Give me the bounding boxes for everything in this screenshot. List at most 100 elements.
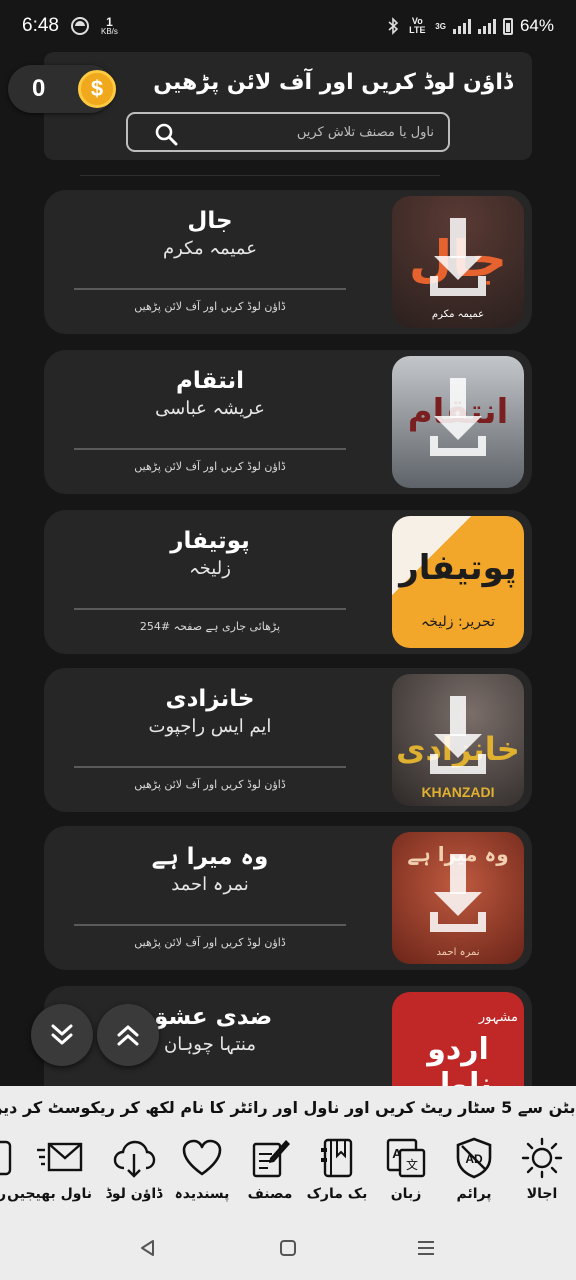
cover-author: نمرہ احمد — [436, 947, 480, 958]
novel-title: پوتیفار — [170, 528, 250, 554]
nav-item-send-novel[interactable]: ناول بھیجیں — [7, 1136, 92, 1202]
novel-card[interactable]: خانزادی ایم ایس راجپوت ڈاؤن لوڈ کریں اور… — [44, 668, 532, 812]
download-icon — [430, 218, 486, 296]
novel-status: پڑھائی جاری ہے صفحہ #254 — [139, 620, 281, 633]
novel-card[interactable]: انتقام عریشہ عباسی ڈاؤن لوڈ کریں اور آف … — [44, 350, 532, 494]
ticker-text: لئے نیچے ریٹ کے بٹن سے 5 سٹار ریٹ کریں ا… — [0, 1097, 576, 1117]
translate-icon: A文 — [386, 1138, 426, 1178]
novel-divider — [74, 924, 346, 926]
download-icon — [430, 696, 486, 774]
novel-author: زلیخہ — [189, 558, 231, 579]
novel-title: خانزادی — [165, 686, 255, 712]
novel-status: ڈاؤن لوڈ کریں اور آف لائن پڑھیں — [134, 300, 286, 313]
novel-status: ڈاؤن لوڈ کریں اور آف لائن پڑھیں — [134, 460, 286, 473]
novel-author: عمیمہ مکرم — [163, 238, 257, 259]
novel-title: جال — [187, 208, 233, 234]
novel-info: خانزادی ایم ایس راجپوت ڈاؤن لوڈ کریں اور… — [74, 668, 346, 812]
bluetooth-icon — [388, 17, 399, 35]
status-time: 6:48 — [22, 15, 59, 36]
search-icon — [155, 123, 178, 146]
bottom-nav: اجالا AD پرائم A文 زبان بک مارک مصنف پسند… — [0, 1128, 576, 1218]
novel-divider — [74, 448, 346, 450]
nav-label: مصنف — [247, 1186, 293, 1202]
scroll-up-button[interactable] — [97, 1004, 159, 1066]
recents-icon[interactable] — [416, 1238, 436, 1258]
search-input[interactable]: ناول یا مصنف تلاش کریں — [126, 112, 450, 152]
novel-info: جال عمیمہ مکرم ڈاؤن لوڈ کریں اور آف لائن… — [74, 190, 346, 334]
header-card: ڈاؤن لوڈ کریں اور آف لائن پڑھیں ناول یا … — [44, 52, 532, 160]
novel-divider — [74, 288, 346, 290]
page-title: ڈاؤن لوڈ کریں اور آف لائن پڑھیں — [153, 70, 513, 95]
signal-icon — [452, 18, 471, 34]
novel-cover[interactable]: خانزادی KHANZADI — [392, 674, 524, 806]
novel-cover[interactable]: جال عمیمہ مکرم — [392, 196, 524, 328]
nav-label: ڈاؤن لوڈ — [105, 1186, 163, 1202]
nav-label: بک مارک — [306, 1186, 368, 1202]
novel-status: ڈاؤن لوڈ کریں اور آف لائن پڑھیں — [134, 778, 286, 791]
novel-author: عریشہ عباسی — [155, 398, 265, 419]
cover-title: پوتیفار — [399, 548, 517, 588]
cover-author: KHANZADI — [421, 784, 495, 800]
nav-item-bookmark[interactable]: بک مارک — [305, 1136, 369, 1202]
status-bar: 6:48 1 KB/s Vo LTE 3G 64% — [0, 0, 576, 52]
novel-info: پوتیفار زلیخہ پڑھائی جاری ہے صفحہ #254 — [74, 510, 346, 654]
cover-author: عمیمہ مکرم — [431, 309, 485, 320]
download-icon — [430, 378, 486, 456]
bookmark-icon — [321, 1138, 353, 1178]
novel-card[interactable]: پوتیفار زلیخہ پڑھائی جاری ہے صفحہ #254 پ… — [44, 510, 532, 654]
cover-author: مشہور — [478, 1010, 518, 1025]
nav-item-language[interactable]: A文 زبان — [374, 1136, 438, 1202]
nav-label: پسندیدہ — [174, 1186, 230, 1202]
announcement-ticker: لئے نیچے ریٹ کے بٹن سے 5 سٹار ریٹ کریں ا… — [0, 1086, 576, 1128]
novel-divider — [74, 766, 346, 768]
battery-percent: 64% — [519, 16, 554, 35]
novel-author: نمرہ احمد — [171, 874, 249, 895]
app-notification-icon — [70, 17, 89, 35]
send-mail-icon — [37, 1142, 83, 1172]
signal-icon-2 — [477, 18, 496, 34]
back-icon[interactable] — [138, 1238, 158, 1258]
cover-title: اردو ناول — [424, 1032, 492, 1086]
nav-item-theme[interactable]: اجالا — [510, 1136, 574, 1202]
novel-cover[interactable]: وہ میرا ہے نمرہ احمد — [392, 832, 524, 964]
svg-text:A: A — [392, 1146, 402, 1161]
novel-card[interactable]: جال عمیمہ مکرم ڈاؤن لوڈ کریں اور آف لائن… — [44, 190, 532, 334]
system-nav-bar — [0, 1218, 576, 1280]
novel-divider — [74, 608, 346, 610]
novel-info: وہ میرا ہے نمرہ احمد ڈاؤن لوڈ کریں اور آ… — [74, 826, 346, 970]
cloud-download-icon — [113, 1140, 156, 1178]
novel-cover[interactable]: پوتیفار تحریر: زلیخہ — [392, 516, 524, 648]
novel-info: انتقام عریشہ عباسی ڈاؤن لوڈ کریں اور آف … — [74, 350, 346, 494]
double-chevron-down-icon — [51, 1024, 73, 1045]
sun-icon — [521, 1137, 563, 1179]
scroll-down-button[interactable] — [31, 1004, 93, 1066]
double-chevron-up-icon — [117, 1025, 139, 1046]
svg-text:文: 文 — [406, 1157, 418, 1172]
nav-item-downloads[interactable]: ڈاؤن لوڈ — [102, 1136, 166, 1202]
novel-title: وہ میرا ہے — [151, 844, 269, 870]
search-placeholder: ناول یا مصنف تلاش کریں — [296, 124, 434, 140]
nav-label: زبان — [390, 1186, 422, 1202]
novel-author: ایم ایس راجپوت — [148, 716, 272, 737]
novel-cover[interactable]: مشہور اردو ناول — [392, 992, 524, 1086]
nav-label: ریٹ — [0, 1186, 7, 1202]
nav-label: پرائم — [456, 1186, 492, 1202]
novel-cover[interactable]: انتقام — [392, 356, 524, 488]
home-icon[interactable] — [279, 1238, 297, 1258]
coin-count: 0 — [32, 75, 46, 102]
coin-balance[interactable]: 0 $ — [8, 65, 116, 113]
nav-label: اجالا — [526, 1186, 558, 1202]
heart-icon — [182, 1139, 222, 1176]
download-icon — [430, 854, 486, 932]
battery-icon — [502, 17, 513, 35]
network-speed: 1 KB/s — [100, 15, 118, 36]
nav-item-favorites[interactable]: پسندیدہ — [170, 1136, 234, 1202]
nav-item-prime[interactable]: AD پرائم — [442, 1136, 506, 1202]
nav-item-rate[interactable]: ریٹ — [0, 1136, 24, 1202]
novel-status: ڈاؤن لوڈ کریں اور آف لائن پڑھیں — [134, 936, 286, 949]
edit-note-icon — [252, 1140, 290, 1178]
rate-icon — [0, 1140, 12, 1176]
novel-card[interactable]: وہ میرا ہے نمرہ احمد ڈاؤن لوڈ کریں اور آ… — [44, 826, 532, 970]
network-gen-label: 3G — [435, 21, 446, 31]
nav-item-author[interactable]: مصنف — [238, 1136, 302, 1202]
